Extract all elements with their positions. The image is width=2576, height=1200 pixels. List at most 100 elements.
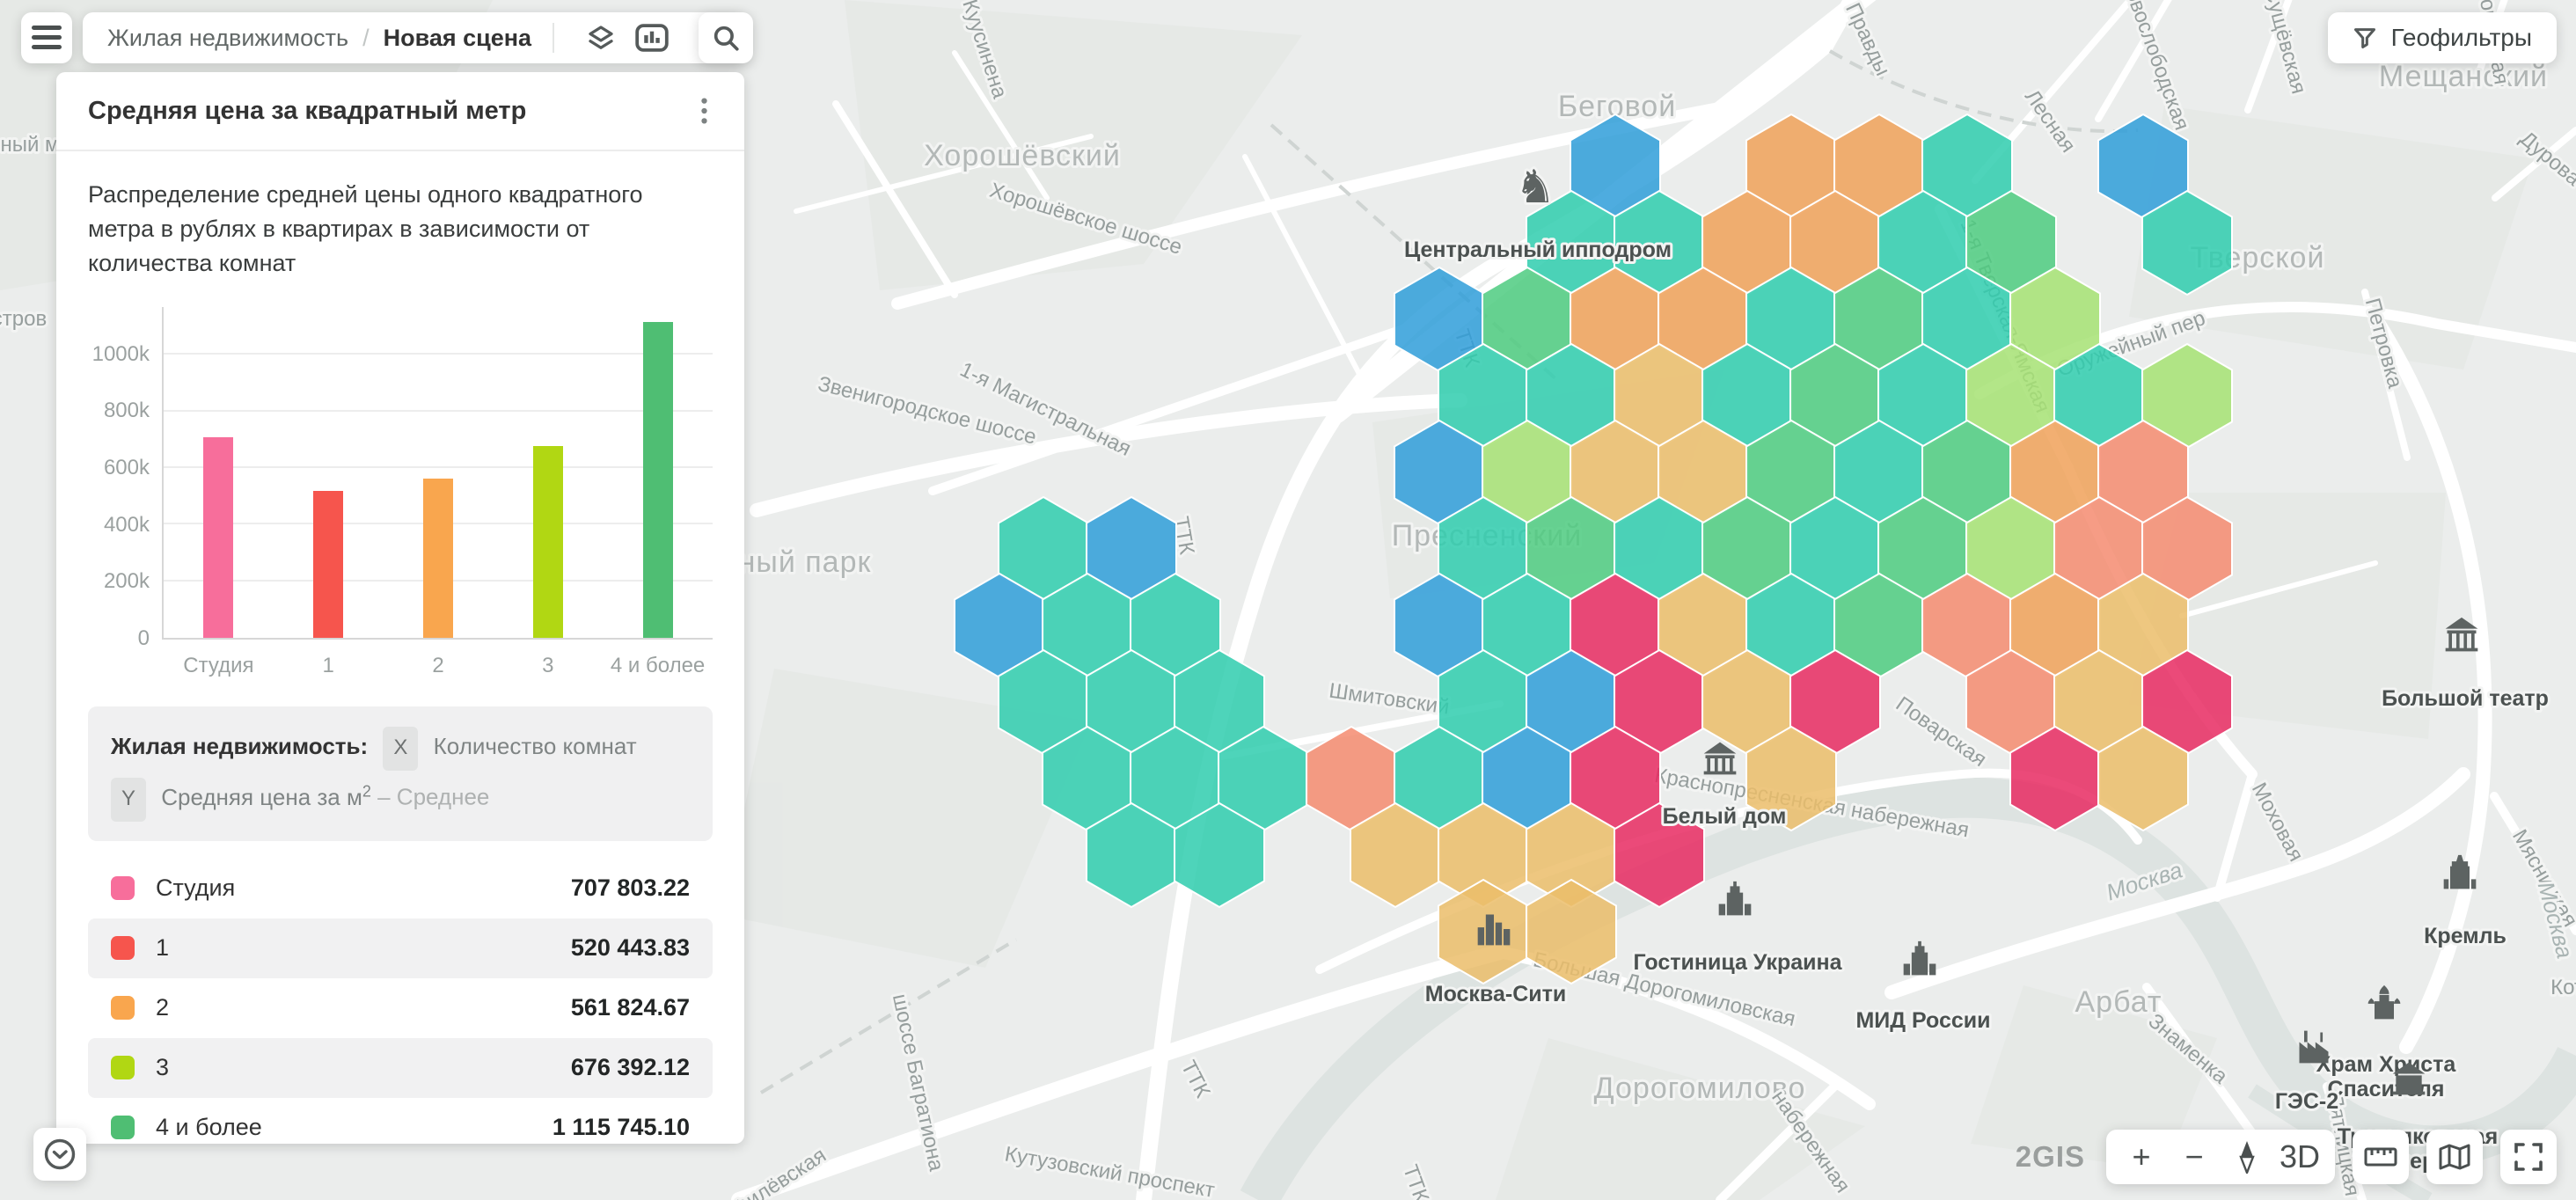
chevron-down-circle-icon: [43, 1138, 77, 1171]
map-street-label: ный м: [0, 133, 59, 157]
map-street-label: Кот: [2550, 976, 2576, 999]
x-tick-label: 4 и более: [603, 654, 713, 678]
legend-color-chip: [111, 936, 135, 960]
widget-menu-button[interactable]: [683, 90, 725, 132]
dataset-descriptor: Жилая недвижимость: X Количество комнат …: [88, 706, 713, 841]
legend-label: 1: [156, 934, 169, 962]
widget-header: Средняя цена за квадратный метр: [56, 72, 744, 150]
search-button[interactable]: [699, 12, 753, 63]
dataset-name: Жилая недвижимость:: [111, 733, 368, 759]
legend-row[interactable]: 1520 443.83: [88, 918, 713, 978]
map-district-label: ный парк: [739, 545, 872, 579]
legend-label: Студия: [156, 874, 235, 902]
x-axis-field: Количество комнат: [434, 733, 637, 759]
legend-label: 2: [156, 994, 169, 1021]
map-poi-label: Гостиница Украина: [1633, 950, 1842, 975]
geofilters-button[interactable]: Геофильтры: [2328, 12, 2557, 63]
map-poi-label: Спасителя: [2328, 1077, 2445, 1101]
map-district-label: Арбат: [2075, 985, 2162, 1019]
chart-x-axis: Студия1234 и более: [164, 654, 713, 678]
y-axis-badge: Y: [111, 778, 146, 822]
bar-chart: 0200k400k600k800k1000k Студия1234 и боле…: [88, 307, 713, 678]
x-tick-label: 3: [493, 654, 603, 678]
bar-4 и более[interactable]: [643, 322, 673, 638]
factory-icon: [2300, 1031, 2329, 1064]
search-icon: [711, 23, 741, 53]
zoom-controls: + − 3D: [2106, 1130, 2335, 1184]
breadcrumb-current[interactable]: Новая сцена: [384, 25, 531, 52]
widget-panel: Средняя цена за квадратный метр Распреде…: [56, 72, 744, 1144]
bar-1[interactable]: [313, 491, 343, 638]
map-street-label: Кутузовский проспект: [1003, 1142, 1217, 1200]
legend-value: 676 392.12: [571, 1054, 690, 1081]
y-tick-label: 0: [138, 626, 150, 651]
x-tick-label: 1: [274, 654, 384, 678]
toolbar-divider: [553, 23, 554, 53]
legend-row[interactable]: 2 561 824.67: [88, 978, 713, 1038]
compass-needle-icon: [2237, 1140, 2257, 1174]
widgets-button[interactable]: [626, 12, 677, 63]
map-poi-label: Москва-Сити: [1425, 982, 1567, 1006]
y-tick-label: 800k: [104, 399, 150, 423]
filter-funnel-icon: [2353, 26, 2377, 50]
map-poi-label: Большой театр: [2382, 686, 2549, 711]
zoom-in-button[interactable]: +: [2115, 1130, 2168, 1184]
legend-row[interactable]: Студия 707 803.22: [88, 859, 713, 918]
bar-2[interactable]: [423, 479, 453, 638]
chart-plot-area: [162, 307, 713, 640]
chart-legend: Студия 707 803.22 1520 443.83 2 561 824.67 36…: [88, 859, 713, 1144]
fullscreen-button[interactable]: [2500, 1130, 2557, 1184]
widget-title: Средняя цена за квадратный метр: [88, 97, 526, 126]
map-district-label: Мещанский: [2379, 60, 2548, 93]
layers-button[interactable]: [575, 12, 626, 63]
legend-value: 1 115 745.10: [553, 1114, 690, 1141]
ruler-button[interactable]: [2353, 1130, 2409, 1184]
legend-row[interactable]: 3676 392.12: [88, 1038, 713, 1098]
map-street-label: стров: [0, 307, 47, 331]
y-tick-label: 200k: [104, 569, 150, 594]
y-tick-label: 1000k: [92, 342, 150, 367]
kebab-menu-icon: [701, 97, 707, 125]
map-poi-label: Кремль: [2424, 924, 2506, 948]
collapse-panel-button[interactable]: [33, 1128, 86, 1181]
map-poi-label: МИД России: [1855, 1008, 1990, 1033]
legend-value: 707 803.22: [571, 874, 690, 902]
map-style-button[interactable]: [2426, 1130, 2483, 1184]
hamburger-icon: [32, 26, 62, 50]
tower-icon: [1719, 882, 1752, 916]
legend-color-chip: [111, 876, 135, 900]
legend-row[interactable]: 4 и более1 115 745.10: [88, 1098, 713, 1144]
y-axis-field: Средняя цена за м2: [161, 784, 371, 810]
legend-color-chip: [111, 1116, 135, 1139]
zoom-out-button[interactable]: −: [2168, 1130, 2221, 1184]
widget-description: Распределение средней цены одного квадра…: [88, 178, 713, 281]
widget-body: Распределение средней цены одного квадра…: [56, 151, 744, 1144]
map-street-label: Правды: [1841, 0, 1895, 79]
bar-chart-icon: [635, 23, 669, 53]
map-street-label: Филёвская: [728, 1143, 831, 1200]
geofilters-label: Геофильтры: [2391, 24, 2532, 52]
fullscreen-icon: [2514, 1143, 2543, 1171]
map-poi-label: Белый дом: [1663, 804, 1787, 829]
legend-color-chip: [111, 996, 135, 1020]
app-root: ХорошёвскийБеговойТверскойМещанскийАрбат…: [0, 0, 2576, 1200]
bar-3[interactable]: [533, 446, 563, 638]
2gis-logo[interactable]: 2GIS: [2016, 1140, 2085, 1174]
breadcrumb-parent[interactable]: Жилая недвижимость: [107, 25, 348, 52]
layers-icon: [585, 22, 617, 54]
bar-Студия[interactable]: [203, 437, 233, 638]
horse-icon: ♞: [1515, 162, 1556, 213]
tower-icon: [1904, 941, 1936, 976]
compass-button[interactable]: [2221, 1130, 2273, 1184]
folded-map-icon: [2439, 1144, 2470, 1170]
breadcrumb-separator: /: [362, 25, 370, 52]
cathedral-icon: [2368, 985, 2401, 1020]
chart-y-axis: 0200k400k600k800k1000k: [88, 307, 162, 640]
map-poi-label: ГЭС-2: [2275, 1089, 2338, 1114]
legend-value: 561 824.67: [571, 994, 690, 1021]
3d-mode-button[interactable]: 3D: [2273, 1130, 2326, 1184]
hamburger-menu-button[interactable]: [21, 12, 72, 63]
theater-icon: [2446, 618, 2478, 652]
y-axis-aggregation: – Среднее: [377, 784, 489, 810]
map-poi-label: Центральный ипподром: [1404, 238, 1672, 262]
